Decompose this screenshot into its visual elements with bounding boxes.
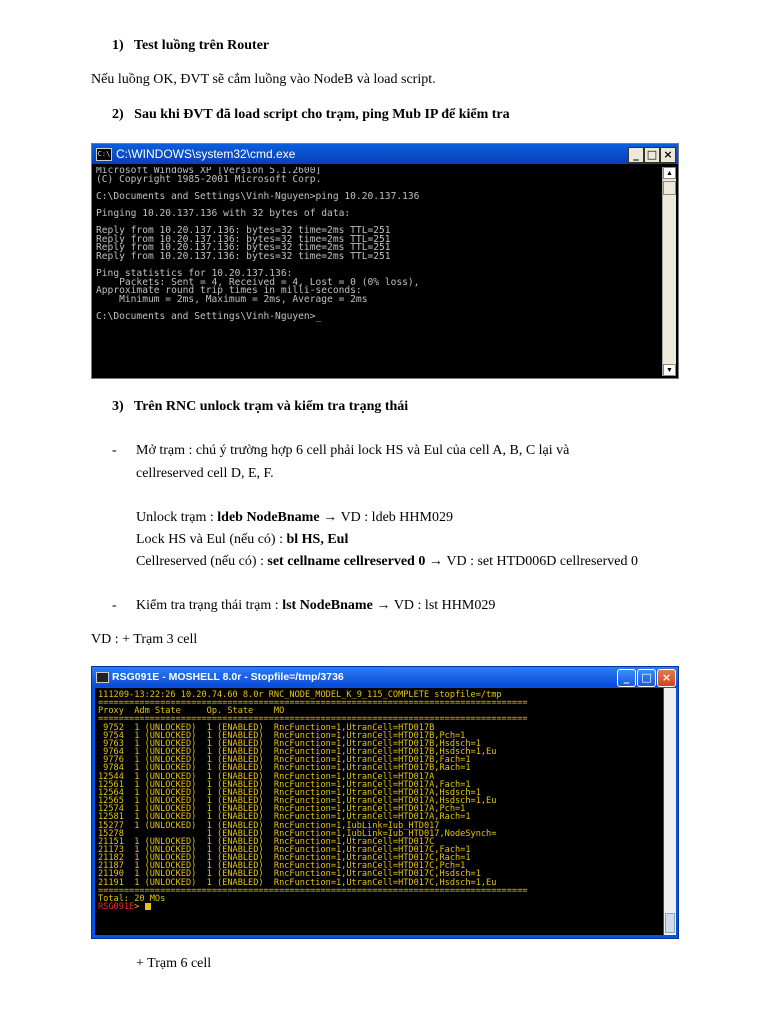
cmd-title-bar: C:\ C:\WINDOWS\system32\cmd.exe _ □ × (92, 144, 678, 164)
bullet-dash: - (112, 598, 117, 613)
cmd-window-screenshot: C:\ C:\WINDOWS\system32\cmd.exe _ □ × Mi… (91, 143, 679, 379)
arrow-icon: → (319, 510, 341, 525)
section-title: Sau khi ĐVT đã load script cho trạm, pin… (134, 107, 510, 122)
minimize-button[interactable]: _ (617, 669, 636, 687)
section-number: 1) (112, 38, 124, 53)
lock-hs-command: bl HS, Eul (286, 532, 349, 547)
console-line: Reply from 10.20.137.136: bytes=32 time=… (96, 250, 391, 262)
cellreserved-instruction: Cellreserved (nếu có) : set cellname cel… (136, 554, 638, 570)
moshell-scrollbar[interactable] (664, 688, 676, 935)
maximize-button[interactable]: □ (637, 669, 656, 687)
scroll-thumb[interactable] (663, 181, 676, 195)
prompt-node-name: RSG091E (98, 902, 135, 913)
moshell-prompt[interactable]: RSG091E> (98, 903, 663, 911)
maximize-button[interactable]: □ (644, 147, 660, 163)
example-6-cell-label: + Trạm 6 cell (136, 956, 212, 971)
arrow-icon: → (425, 554, 447, 569)
terminal-icon (96, 672, 109, 683)
example-3-cell-label: VD : + Trạm 3 cell (91, 632, 198, 647)
check-status-command: lst NodeBname (282, 598, 373, 613)
console-line: C:\Documents and Settings\Vinh-Nguyen>_ (96, 311, 322, 323)
section-number: 2) (112, 107, 124, 122)
prompt-suffix: > (134, 902, 145, 913)
cmd-title: C:\WINDOWS\system32\cmd.exe (116, 147, 296, 161)
bullet-dash: - (112, 443, 117, 458)
moshell-title-bar: RSG091E - MOSHELL 8.0r - Stopfile=/tmp/3… (92, 667, 678, 687)
section-number: 3) (112, 399, 124, 414)
console-line: Pinging 10.20.137.136 with 32 bytes of d… (96, 207, 351, 219)
console-icon: C:\ (96, 148, 112, 161)
scroll-up-icon[interactable]: ▲ (663, 167, 676, 179)
bullet-1-line-2: cellreserved cell D, E, F. (136, 466, 274, 481)
scroll-thumb[interactable] (665, 913, 675, 933)
unlock-example: VD : ldeb HHM029 (340, 510, 453, 525)
divider: ========================================… (98, 885, 528, 896)
moshell-console-output: 111209-13:22:26 10.20.74.60 8.0r RNC_NOD… (95, 688, 663, 935)
lock-hs-instruction: Lock HS và Eul (nếu có) : bl HS, Eul (136, 532, 348, 548)
moshell-window-screenshot: RSG091E - MOSHELL 8.0r - Stopfile=/tmp/3… (91, 666, 679, 939)
minimize-button[interactable]: _ (628, 147, 644, 163)
lock-hs-label: Lock HS và Eul (nếu có) : (136, 532, 287, 547)
arrow-icon: → (372, 598, 394, 613)
check-status-label: Kiểm tra trạng thái trạm : (136, 598, 283, 613)
check-status-instruction: Kiểm tra trạng thái trạm : lst NodeBname… (136, 598, 495, 614)
close-button[interactable]: × (660, 147, 676, 163)
intro-text: Nếu luồng OK, ĐVT sẽ cắm luồng vào NodeB… (91, 72, 436, 87)
moshell-total: Total: 20 MOs (98, 893, 166, 904)
cmd-scrollbar[interactable]: ▲ ▼ (662, 167, 676, 376)
cmd-console-output: Microsoft Windows XP [Version 5.1.2600](… (96, 167, 660, 376)
console-line: Minimum = 2ms, Maximum = 2ms, Average = … (96, 293, 368, 305)
section-title: Test luồng trên Router (133, 38, 270, 53)
section-3-heading: 3) Trên RNC unlock trạm và kiểm tra trạn… (112, 399, 408, 415)
scroll-down-icon[interactable]: ▼ (663, 364, 676, 376)
unlock-instruction: Unlock trạm : ldeb NodeBname → VD : ldeb… (136, 510, 453, 526)
cellreserved-example: VD : set HTD006D cellreserved 0 (446, 554, 639, 569)
cursor (144, 903, 151, 911)
section-title: Trên RNC unlock trạm và kiểm tra trạng t… (133, 399, 409, 414)
close-button[interactable]: × (657, 669, 676, 687)
unlock-label: Unlock trạm : (136, 510, 218, 525)
moshell-title: RSG091E - MOSHELL 8.0r - Stopfile=/tmp/3… (112, 671, 344, 683)
check-status-example: VD : lst HHM029 (393, 598, 496, 613)
console-line: (C) Copyright 1985-2001 Microsoft Corp. (96, 173, 322, 185)
cellreserved-command: set cellname cellreserved 0 (267, 554, 426, 569)
section-2-heading: 2) Sau khi ĐVT đã load script cho trạm, … (112, 107, 510, 123)
section-1-heading: 1) Test luồng trên Router (112, 38, 269, 54)
moshell-rows: 9752 1 (UNLOCKED) 1 (ENABLED) RncFunctio… (98, 723, 663, 887)
cellreserved-label: Cellreserved (nếu có) : (136, 554, 268, 569)
bullet-1-line-1: Mở trạm : chú ý trường hợp 6 cell phải l… (136, 443, 570, 458)
unlock-command: ldeb NodeBname (217, 510, 320, 525)
console-line: C:\Documents and Settings\Vinh-Nguyen>pi… (96, 190, 420, 202)
